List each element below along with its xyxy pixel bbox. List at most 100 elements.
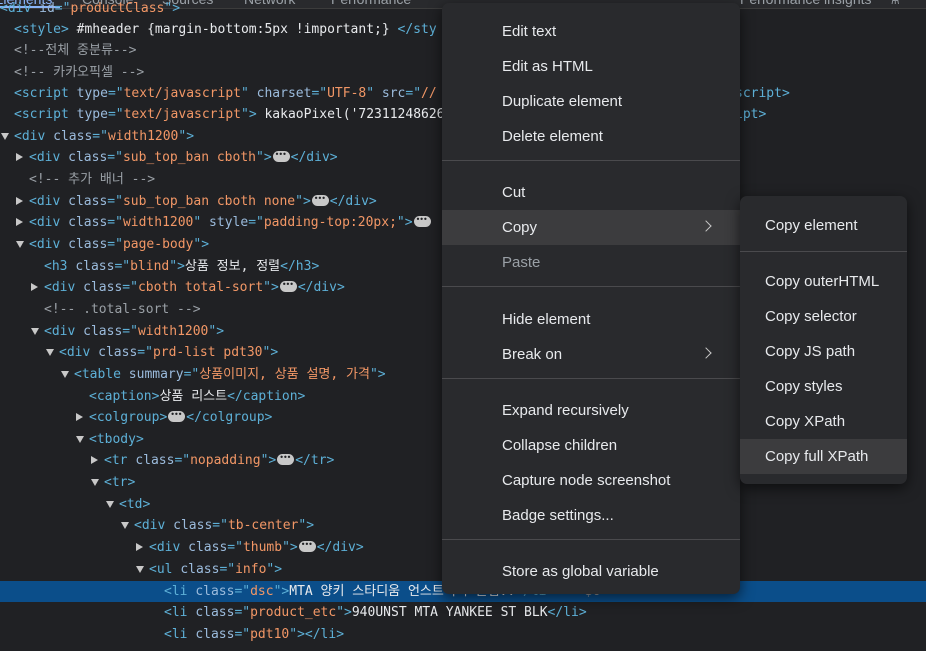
token: =" xyxy=(114,259,131,274)
token: =" xyxy=(54,1,71,16)
token: =" xyxy=(122,324,138,339)
dom-node-markup: <div class="page-body"> xyxy=(29,234,209,255)
chevron-right-icon xyxy=(700,220,712,232)
triangle-right-icon[interactable] xyxy=(91,456,98,464)
token: dsc xyxy=(250,584,274,599)
token: blind xyxy=(130,259,170,274)
token: sub_top_ban cboth xyxy=(122,150,256,165)
token: =" xyxy=(183,367,200,382)
triangle-down-icon[interactable] xyxy=(31,328,39,335)
token: width1200 xyxy=(137,324,209,339)
dom-node-row[interactable]: <li class="pdt10"></li> xyxy=(0,624,926,645)
dom-node-markup: <tr class="nopadding"> </tr> xyxy=(104,447,334,471)
token: =" xyxy=(122,280,138,295)
token: sub_top_ban cboth none xyxy=(122,194,296,209)
triangle-down-icon[interactable] xyxy=(136,566,144,573)
token: <h3 xyxy=(44,259,76,274)
token: style xyxy=(209,215,249,230)
token: <div xyxy=(29,215,69,230)
token: <div xyxy=(29,194,69,209)
token: <div xyxy=(0,1,40,16)
ellipsis-icon[interactable] xyxy=(298,534,316,555)
dom-node-markup: <!--전체 중분류--> xyxy=(14,40,136,61)
triangle-down-icon[interactable] xyxy=(121,522,129,529)
submenu-item-copy-js-path[interactable]: Copy JS path xyxy=(740,334,907,369)
dom-node-row[interactable]: <li class="product_etc">940UNST MTA YANK… xyxy=(0,602,926,623)
token: "> xyxy=(298,518,315,533)
triangle-right-icon[interactable] xyxy=(16,153,23,161)
menu-item-badge-settings[interactable]: Badge settings... xyxy=(442,498,740,533)
submenu-item-copy-selector[interactable]: Copy selector xyxy=(740,299,907,334)
menu-item-copy[interactable]: Copy xyxy=(442,210,740,245)
submenu-item-copy-styles[interactable]: Copy styles xyxy=(740,369,907,404)
triangle-right-icon[interactable] xyxy=(16,197,23,205)
menu-item-cut[interactable]: Cut xyxy=(442,175,740,210)
triangle-down-icon[interactable] xyxy=(106,501,114,508)
triangle-right-icon[interactable] xyxy=(31,283,38,291)
triangle-right-icon[interactable] xyxy=(76,413,83,421)
token: class xyxy=(83,280,123,295)
menu-item-collapse-children[interactable]: Collapse children xyxy=(442,428,740,463)
submenu-item-copy-element[interactable]: Copy element xyxy=(740,208,907,243)
triangle-right-icon[interactable] xyxy=(136,543,143,551)
token: <div xyxy=(29,237,69,252)
token: tb-center xyxy=(227,518,299,533)
token: // xyxy=(421,86,437,101)
triangle-down-icon[interactable] xyxy=(46,349,54,356)
menu-item-expand-recursively[interactable]: Expand recursively xyxy=(442,393,740,428)
triangle-down-icon[interactable] xyxy=(16,241,24,248)
dom-node-markup: <tbody> xyxy=(89,429,144,450)
menu-item-label: Paste xyxy=(502,254,541,271)
dom-node-markup: <script type="text/javascript" charset="… xyxy=(14,83,437,104)
menu-item-label: Copy styles xyxy=(765,378,843,395)
menu-item-edit-text[interactable]: Edit text xyxy=(442,14,740,49)
menu-item-capture-node-screenshot[interactable]: Capture node screenshot xyxy=(442,463,740,498)
token: <div xyxy=(134,518,174,533)
token: <caption> xyxy=(89,389,160,404)
menu-item-break-on[interactable]: Break on xyxy=(442,337,740,372)
token: " xyxy=(366,86,382,101)
menu-item-label: Copy JS path xyxy=(765,343,856,360)
token: UTF-8 xyxy=(327,86,367,101)
menu-item-label: Copy outerHTML xyxy=(765,273,880,290)
submenu-item-copy-full-xpath[interactable]: Copy full XPath xyxy=(740,439,907,474)
context-menu: Edit text Edit as HTML Duplicate element De… xyxy=(442,3,740,594)
menu-item-delete-element[interactable]: Delete element xyxy=(442,119,740,154)
triangle-down-icon[interactable] xyxy=(1,133,9,140)
menu-item-edit-as-html[interactable]: Edit as HTML xyxy=(442,49,740,84)
token: class xyxy=(68,194,108,209)
menu-separator xyxy=(442,378,740,379)
menu-item-store-as-global-variable[interactable]: Store as global variable xyxy=(442,554,740,589)
ellipsis-icon[interactable] xyxy=(272,144,290,165)
token: <li xyxy=(164,605,196,620)
submenu-item-copy-xpath[interactable]: Copy XPath xyxy=(740,404,907,439)
token: </caption> xyxy=(227,389,306,404)
triangle-down-icon[interactable] xyxy=(91,479,99,486)
menu-separator xyxy=(442,160,740,161)
token: </div> xyxy=(316,540,364,555)
token: 상품이미지, 상품 설명, 가격 xyxy=(199,367,370,382)
token: =" xyxy=(174,453,191,468)
token: "> xyxy=(369,367,386,382)
menu-item-label: Collapse children xyxy=(502,437,618,454)
token: class xyxy=(68,150,108,165)
ellipsis-icon[interactable] xyxy=(413,209,431,230)
token: <div xyxy=(59,345,99,360)
token: =" xyxy=(405,86,422,101)
submenu-item-copy-outerhtml[interactable]: Copy outerHTML xyxy=(740,264,907,299)
token: </div> xyxy=(290,150,338,165)
ellipsis-icon[interactable] xyxy=(168,404,186,425)
token: <div xyxy=(149,540,189,555)
token: "> xyxy=(396,215,413,230)
ellipsis-icon[interactable] xyxy=(311,188,329,209)
menu-item-duplicate-element[interactable]: Duplicate element xyxy=(442,84,740,119)
triangle-right-icon[interactable] xyxy=(16,218,23,226)
ellipsis-icon[interactable] xyxy=(277,447,295,468)
token: width1200 xyxy=(122,215,194,230)
token: cboth total-sort xyxy=(137,280,264,295)
menu-item-hide-element[interactable]: Hide element xyxy=(442,302,740,337)
token: product_etc xyxy=(250,605,337,620)
triangle-down-icon[interactable] xyxy=(76,436,84,443)
ellipsis-icon[interactable] xyxy=(279,274,297,295)
triangle-down-icon[interactable] xyxy=(61,371,69,378)
